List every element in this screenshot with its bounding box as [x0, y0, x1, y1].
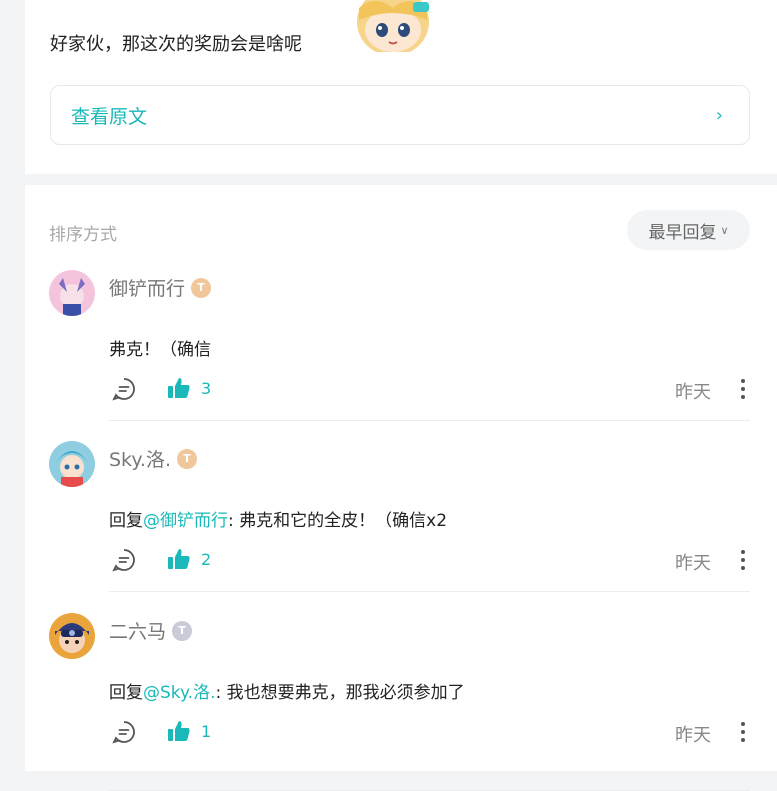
post-card: 好家伙，那这次的奖励会是啥呢 查看原文 ›	[25, 0, 777, 174]
mention-link[interactable]: @Sky.洛.	[143, 683, 215, 703]
comment-text: 回复@御铲而行: 弗克和它的全皮！（确信x2	[109, 511, 448, 531]
chevron-right-icon: ›	[715, 104, 723, 126]
divider	[109, 591, 750, 592]
sort-dropdown[interactable]: 最早回复 ∨	[627, 210, 750, 250]
comment-item: 御铲而行 T 弗克！（确信 3 昨天	[25, 270, 777, 441]
thumbs-up-icon[interactable]	[167, 547, 191, 571]
chevron-down-icon: ∨	[720, 223, 729, 237]
reply-icon[interactable]	[111, 547, 137, 573]
divider	[109, 420, 750, 421]
comment-actions: 2 昨天	[109, 545, 759, 575]
avatar[interactable]	[49, 270, 95, 316]
comment-item: 二六马 T 回复@Sky.洛.: 我也想要弗克，那我必须参加了 1 昨天	[25, 613, 777, 791]
mention-link[interactable]: @御铲而行	[143, 511, 228, 531]
post-text: 好家伙，那这次的奖励会是啥呢	[50, 34, 302, 55]
comments-section: 排序方式 最早回复 ∨ 御铲而行 T 弗克！（确信 3 昨天 Sky.洛. T …	[25, 185, 777, 791]
comment-text: 回复@Sky.洛.: 我也想要弗克，那我必须参加了	[109, 683, 465, 703]
view-original-label: 查看原文	[71, 105, 148, 128]
comment-actions: 3 昨天	[109, 374, 759, 404]
comment-time: 昨天	[675, 553, 711, 574]
level-badge-icon: T	[172, 620, 193, 641]
thumbs-up-icon[interactable]	[167, 376, 191, 400]
avatar[interactable]	[49, 441, 95, 487]
like-count: 1	[201, 722, 212, 741]
like-count: 3	[201, 379, 212, 398]
comment-username[interactable]: 二六马 T	[109, 617, 193, 644]
sort-label: 排序方式	[49, 225, 117, 245]
cartoon-sticker-icon	[357, 0, 429, 52]
view-original-button[interactable]: 查看原文 ›	[50, 85, 750, 145]
like-count: 2	[201, 550, 212, 569]
comment-username[interactable]: Sky.洛. T	[109, 445, 198, 472]
sort-selected: 最早回复	[648, 222, 717, 243]
more-vertical-icon[interactable]	[739, 377, 747, 401]
comment-actions: 1 昨天	[109, 717, 759, 747]
comment-time: 昨天	[675, 725, 711, 746]
thumbs-up-icon[interactable]	[167, 719, 191, 743]
more-vertical-icon[interactable]	[739, 548, 747, 572]
avatar[interactable]	[49, 613, 95, 659]
comment-text: 弗克！（确信	[109, 340, 211, 360]
level-badge-icon: T	[177, 448, 198, 469]
comment-username[interactable]: 御铲而行 T	[109, 274, 212, 301]
reply-icon[interactable]	[111, 376, 137, 402]
reply-icon[interactable]	[111, 719, 137, 745]
more-vertical-icon[interactable]	[739, 720, 747, 744]
comment-item: Sky.洛. T 回复@御铲而行: 弗克和它的全皮！（确信x2 2 昨天	[25, 441, 777, 612]
comment-time: 昨天	[675, 382, 711, 403]
level-badge-icon: T	[191, 277, 212, 298]
